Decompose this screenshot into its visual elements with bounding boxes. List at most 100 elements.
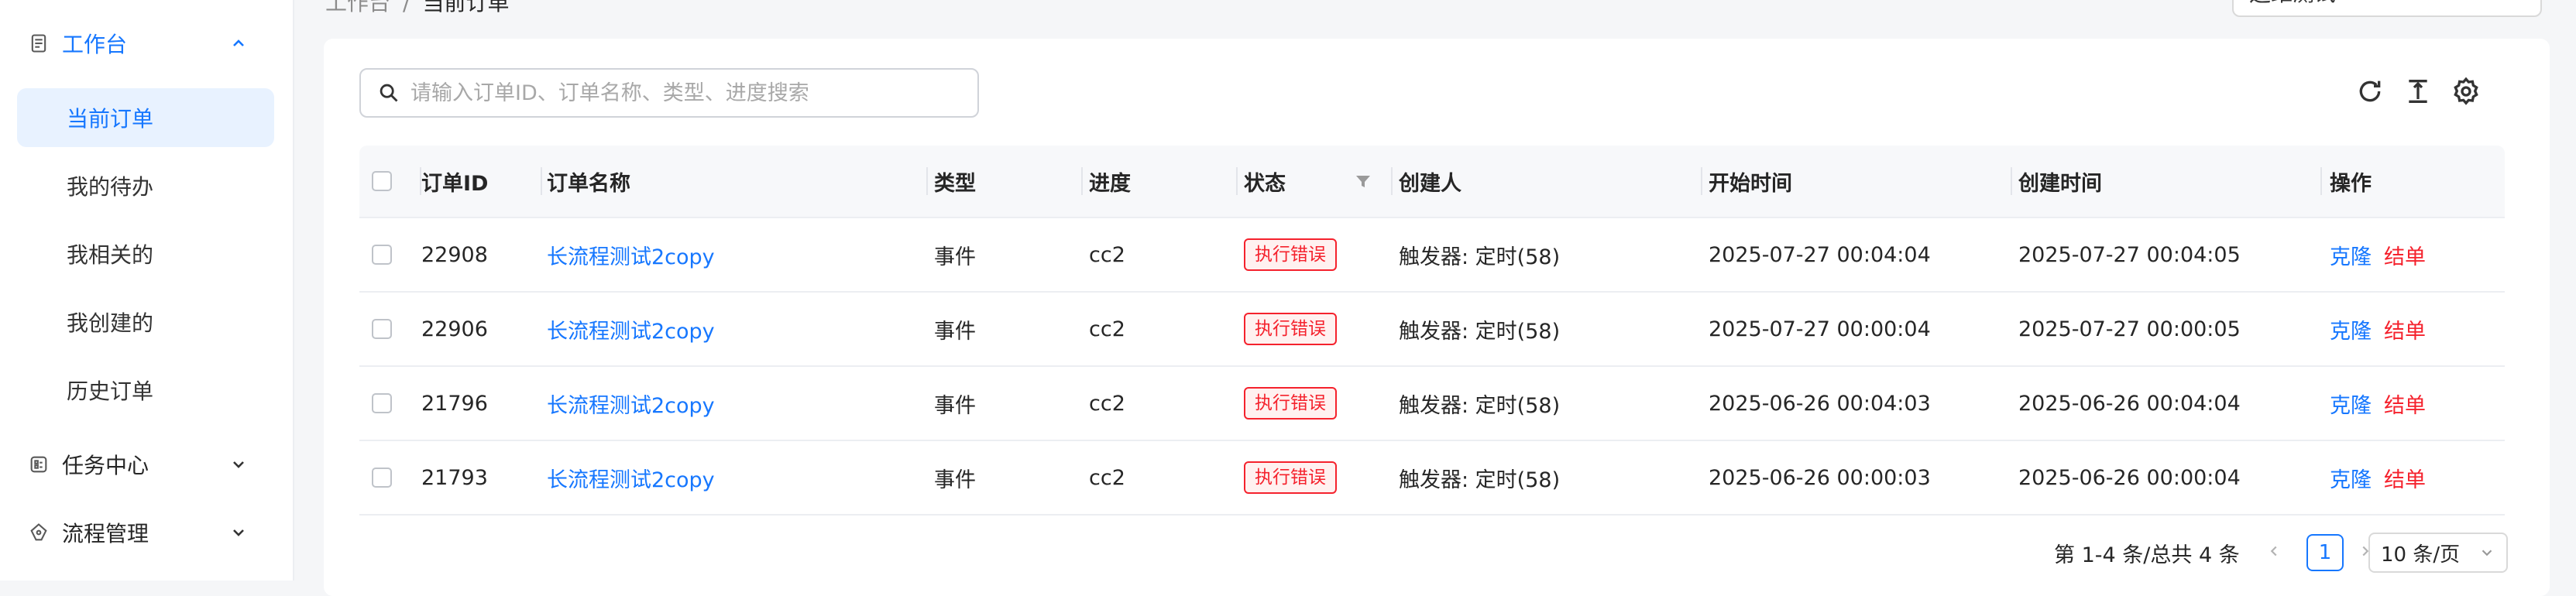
order-progress: cc2 (1089, 317, 1125, 341)
environment-select[interactable]: 运维测试 (2232, 0, 2542, 17)
sidebar-item-current-orders[interactable]: 当前订单 (17, 88, 274, 147)
page-1-button[interactable]: 1 (2306, 534, 2344, 571)
status-filter-button[interactable] (1354, 146, 1372, 217)
page-size-select[interactable]: 10 条/页 (2368, 533, 2508, 573)
prev-page-button[interactable] (2254, 531, 2294, 571)
breadcrumb-root[interactable]: 工作台 (325, 0, 390, 15)
order-id: 21796 (421, 391, 488, 416)
pagination-summary: 第 1-4 条/总共 4 条 (2054, 543, 2240, 567)
order-start-time: 2025-07-27 00:00:04 (1709, 317, 1931, 341)
order-id: 21793 (421, 465, 488, 490)
order-type: 事件 (934, 245, 976, 269)
clone-button[interactable]: 克隆 (2330, 293, 2372, 365)
document-icon (31, 34, 46, 53)
chevron-left-icon (2270, 546, 2277, 557)
orders-table: 订单ID 订单名称 类型 进度 状态 创建人 开始时间 创建时间 操作 2290… (359, 146, 2505, 516)
header-start-time: 开始时间 (1709, 171, 1792, 196)
order-start-time: 2025-06-26 00:00:03 (1709, 465, 1931, 490)
chevron-up-icon (233, 39, 244, 46)
clone-button[interactable]: 克隆 (2330, 441, 2372, 514)
header-actions: 操作 (2330, 171, 2372, 196)
chevron-down-icon (233, 461, 244, 468)
sidebar-item-label: 我创建的 (67, 310, 154, 336)
sidebar-item-related[interactable]: 我相关的 (17, 224, 274, 283)
menu-group-task-center[interactable]: 任务中心 (0, 433, 293, 495)
breadcrumb-current: 当前订单 (422, 0, 510, 15)
order-type: 事件 (934, 468, 976, 492)
search-icon (380, 84, 398, 102)
row-checkbox[interactable] (372, 468, 392, 488)
gear-icon[interactable] (2451, 76, 2482, 107)
table-row: 21796 长流程测试2copy 事件 cc2 执行错误 触发器: 定时(58)… (359, 367, 2505, 441)
order-created-time: 2025-07-27 00:00:05 (2018, 317, 2241, 341)
order-start-time: 2025-07-27 00:04:04 (1709, 242, 1931, 267)
clone-button[interactable]: 克隆 (2330, 367, 2372, 440)
close-order-button[interactable]: 结单 (2384, 293, 2426, 365)
menu-group-label: 工作台 (62, 32, 128, 57)
menu-group-flow-management[interactable]: 流程管理 (0, 502, 293, 563)
sidebar-item-label: 我相关的 (67, 242, 154, 268)
order-created-time: 2025-06-26 00:04:04 (2018, 391, 2241, 416)
chevron-down-icon (2482, 550, 2492, 557)
breadcrumb-separator: / (403, 0, 410, 15)
sidebar-item-label: 当前订单 (67, 106, 154, 132)
order-created-time: 2025-06-26 00:00:04 (2018, 465, 2241, 490)
order-name-link[interactable]: 长流程测试2copy (547, 441, 715, 514)
row-checkbox[interactable] (372, 245, 392, 265)
header-progress: 进度 (1089, 171, 1131, 196)
order-name-link[interactable]: 长流程测试2copy (547, 218, 715, 291)
header-creator: 创建人 (1399, 171, 1461, 196)
header-type: 类型 (934, 171, 976, 196)
order-start-time: 2025-06-26 00:04:03 (1709, 391, 1931, 416)
menu-group-label: 流程管理 (62, 521, 149, 546)
table-row: 22906 长流程测试2copy 事件 cc2 执行错误 触发器: 定时(58)… (359, 293, 2505, 367)
sidebar-item-history[interactable]: 历史订单 (17, 361, 274, 420)
header-order-name: 订单名称 (547, 171, 630, 196)
search-input[interactable] (409, 70, 970, 115)
table-header: 订单ID 订单名称 类型 进度 状态 创建人 开始时间 创建时间 操作 (359, 146, 2505, 218)
order-created-time: 2025-07-27 00:04:05 (2018, 242, 2241, 267)
close-order-button[interactable]: 结单 (2384, 367, 2426, 440)
row-checkbox[interactable] (372, 393, 392, 413)
status-badge: 执行错误 (1244, 238, 1337, 271)
order-id: 22908 (421, 242, 488, 267)
environment-select-value: 运维测试 (2249, 0, 2336, 6)
filter-icon (1356, 176, 1370, 187)
row-checkbox[interactable] (372, 319, 392, 339)
close-order-button[interactable]: 结单 (2384, 441, 2426, 514)
orders-card: 订单ID 订单名称 类型 进度 状态 创建人 开始时间 创建时间 操作 2290… (324, 39, 2550, 596)
clone-button[interactable]: 克隆 (2330, 218, 2372, 291)
refresh-icon[interactable] (2354, 76, 2385, 107)
order-name-link[interactable]: 长流程测试2copy (547, 293, 715, 365)
page-size-value: 10 条/页 (2381, 543, 2461, 567)
table-row: 22908 长流程测试2copy 事件 cc2 执行错误 触发器: 定时(58)… (359, 218, 2505, 293)
column-height-icon[interactable] (2403, 76, 2433, 107)
sidebar-item-my-todo[interactable]: 我的待办 (17, 156, 274, 215)
menu-group-workbench[interactable]: 工作台 (0, 12, 293, 74)
header-status: 状态 (1244, 171, 1286, 196)
sidebar-item-label: 我的待办 (67, 174, 154, 200)
order-name-link[interactable]: 长流程测试2copy (547, 367, 715, 440)
order-type: 事件 (934, 319, 976, 344)
chevron-down-icon (233, 529, 244, 536)
select-all-checkbox[interactable] (372, 171, 392, 191)
table-row: 21793 长流程测试2copy 事件 cc2 执行错误 触发器: 定时(58)… (359, 441, 2505, 516)
order-progress: cc2 (1089, 391, 1125, 416)
order-type: 事件 (934, 393, 976, 418)
search-box[interactable] (359, 68, 979, 118)
order-id: 22906 (421, 317, 488, 341)
sidebar-item-label: 历史订单 (67, 378, 154, 404)
order-progress: cc2 (1089, 465, 1125, 490)
status-badge: 执行错误 (1244, 387, 1337, 420)
status-badge: 执行错误 (1244, 313, 1337, 345)
status-badge: 执行错误 (1244, 461, 1337, 494)
sidebar-item-created[interactable]: 我创建的 (17, 293, 274, 351)
order-progress: cc2 (1089, 242, 1125, 267)
task-icon (30, 456, 47, 473)
close-order-button[interactable]: 结单 (2384, 218, 2426, 291)
order-creator: 触发器: 定时(58) (1399, 245, 1561, 269)
flow-icon (30, 523, 47, 541)
breadcrumb: 工作台 / 当前订单 (325, 0, 509, 17)
order-creator: 触发器: 定时(58) (1399, 319, 1561, 344)
header-order-id: 订单ID (421, 171, 489, 196)
